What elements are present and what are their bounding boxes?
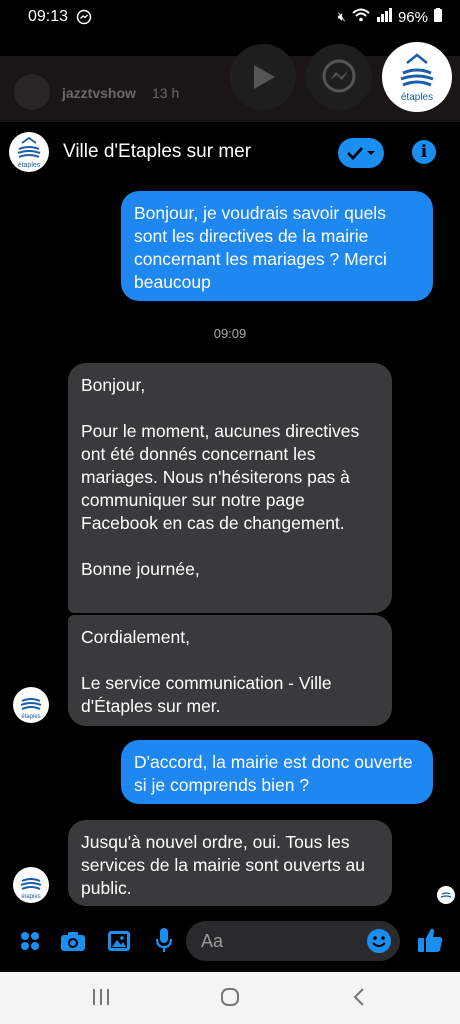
sender-avatar[interactable]: étaples <box>13 687 49 723</box>
check-dropdown-icon <box>347 147 375 161</box>
etaples-logo-icon: étaples <box>20 698 42 720</box>
signal-icon <box>376 8 392 26</box>
message-incoming: Bonjour, Pour le moment, aucunes directi… <box>68 363 392 613</box>
mute-icon: 🔇︎ <box>337 9 346 24</box>
etaples-logo-icon <box>440 892 452 898</box>
message-incoming: Jusqu'à nouvel ordre, oui. Tous les serv… <box>68 820 392 906</box>
home-icon[interactable] <box>220 987 240 1012</box>
camera-icon[interactable] <box>60 928 86 954</box>
gallery-icon[interactable] <box>106 928 132 954</box>
info-icon[interactable]: i <box>412 140 436 164</box>
battery-level: 96% <box>397 8 428 26</box>
strip-time: 13 h <box>152 85 180 101</box>
message-timestamp: 09:09 <box>213 326 247 341</box>
conversation-title[interactable]: Ville d'Etaples sur mer <box>63 141 251 163</box>
more-actions-icon[interactable] <box>17 928 43 954</box>
messenger-status-icon <box>76 9 92 30</box>
read-receipt-avatar <box>437 886 455 904</box>
message-input-placeholder: Aa <box>201 931 224 951</box>
logo-brand-text: étaples <box>21 894 40 900</box>
strip-username: jazztvshow <box>62 85 136 101</box>
recent-apps-icon[interactable] <box>92 988 110 1011</box>
status-dropdown-button[interactable] <box>338 138 384 168</box>
page-avatar[interactable]: étaples <box>9 132 49 172</box>
etaples-logo-icon: étaples <box>400 53 434 103</box>
microphone-icon[interactable] <box>151 927 177 953</box>
back-icon[interactable] <box>352 987 366 1012</box>
etaples-logo-icon: étaples <box>17 136 41 169</box>
message-outgoing: Bonjour, je voudrais savoir quels sont l… <box>121 191 433 301</box>
message-incoming: Cordialement, Le service communication -… <box>68 615 392 726</box>
battery-icon <box>434 8 442 26</box>
messenger-chat-head[interactable] <box>306 44 372 110</box>
emoji-icon[interactable] <box>366 928 392 959</box>
video-chat-head[interactable] <box>230 44 296 110</box>
status-icons: 🔇︎ 96% <box>338 8 442 26</box>
logo-brand-text: étaples <box>18 162 41 169</box>
like-icon[interactable] <box>416 926 444 959</box>
logo-brand-text: étaples <box>401 92 433 103</box>
wifi-icon <box>352 8 370 26</box>
page-chat-head[interactable]: étaples <box>382 42 452 112</box>
play-icon <box>254 65 275 89</box>
logo-brand-text: étaples <box>21 714 40 720</box>
messenger-icon <box>322 59 356 93</box>
etaples-logo-icon: étaples <box>20 878 42 900</box>
sender-avatar[interactable]: étaples <box>13 867 49 903</box>
strip-avatar[interactable] <box>14 74 50 110</box>
status-time: 09:13 <box>28 8 69 25</box>
message-outgoing: D'accord, la mairie est donc ouverte si … <box>121 740 433 804</box>
